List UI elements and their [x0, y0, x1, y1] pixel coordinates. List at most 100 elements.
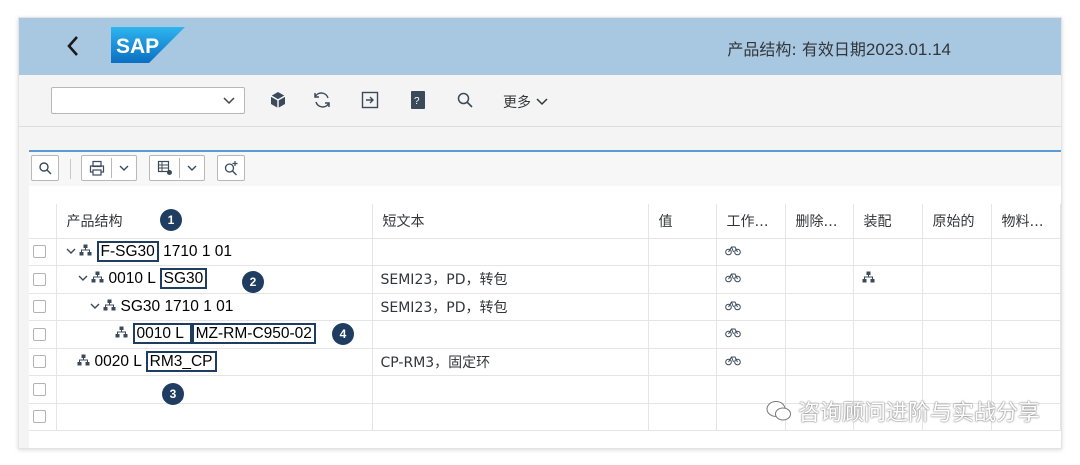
table-row[interactable]: F-SG30 1710 1 01 — [29, 238, 1061, 266]
row-select-cell[interactable] — [29, 403, 57, 431]
work-cell — [716, 265, 786, 294]
struct-cell[interactable]: 0010 L MZ-RM-C950-02 — [56, 320, 373, 349]
row-select-cell[interactable] — [29, 320, 57, 349]
struct-text-a: 0020 L — [94, 352, 146, 370]
callout-badge: 3 — [162, 383, 184, 405]
find-button[interactable] — [31, 155, 59, 181]
document-icon: ? — [411, 91, 425, 109]
row-checkbox[interactable] — [33, 327, 46, 341]
struct-cell[interactable]: SG30 1710 1 01 — [56, 293, 373, 321]
hierarchy-icon — [91, 271, 105, 287]
callout-badge: 4 — [332, 323, 354, 345]
struct-cell[interactable] — [56, 375, 373, 404]
expand-chevron-icon[interactable] — [65, 244, 79, 260]
material-cell — [991, 320, 1061, 349]
material-cell — [991, 265, 1061, 294]
refresh-button[interactable] — [311, 89, 333, 111]
assembly-cell — [853, 238, 923, 266]
struct-text-a: F-SG30 — [96, 240, 159, 262]
struct-cell[interactable]: 0010 L SG30 — [56, 265, 373, 294]
back-button[interactable] — [61, 31, 85, 61]
title-prefix: 产品结构: 有效日期 — [727, 40, 866, 59]
work-item-icon[interactable] — [724, 326, 741, 342]
toolbar-separator — [70, 159, 71, 179]
row-checkbox[interactable] — [33, 410, 46, 424]
short-text-cell — [372, 403, 649, 431]
table-header-row: 产品结构 短文本 值 工作… 删除… 装配 原始的 物料… — [29, 204, 1061, 239]
row-select-cell[interactable] — [29, 238, 57, 266]
column-header[interactable]: 原始的 — [922, 204, 992, 239]
callout-badge: 1 — [160, 209, 182, 231]
assembly-icon[interactable] — [862, 271, 875, 287]
value-cell — [648, 403, 717, 431]
column-header[interactable]: 删除… — [785, 204, 854, 239]
short-text-cell — [372, 320, 649, 349]
column-header[interactable]: 工作… — [716, 204, 786, 239]
value-cell — [648, 375, 717, 404]
more-label: 更多 — [503, 95, 531, 111]
export-button[interactable] — [359, 89, 381, 111]
printer-icon — [89, 160, 104, 176]
chevron-down-icon — [119, 165, 128, 171]
expand-chevron-icon[interactable] — [89, 299, 103, 315]
row-checkbox[interactable] — [33, 245, 46, 259]
row-checkbox[interactable] — [33, 272, 46, 286]
row-checkbox[interactable] — [33, 382, 46, 396]
back-arrow-icon — [67, 36, 78, 56]
struct-text-a: 0010 L — [132, 323, 192, 345]
wechat-icon — [766, 401, 791, 421]
work-item-icon[interactable] — [724, 299, 741, 315]
chevron-down-icon — [536, 98, 548, 106]
struct-text-a: 0010 L — [108, 270, 160, 288]
document-button[interactable]: ? — [407, 89, 429, 111]
title-date: 2023.01.14 — [865, 40, 951, 59]
chevron-down-icon — [187, 165, 196, 171]
column-header[interactable]: 物料… — [991, 204, 1061, 239]
variant-combobox[interactable] — [51, 87, 245, 114]
expand-chevron-icon[interactable] — [77, 271, 91, 287]
delete-cell — [785, 293, 854, 321]
row-select-cell[interactable] — [29, 265, 57, 294]
struct-cell[interactable]: 0020 L RM3_CP — [56, 348, 373, 376]
zoom-in-button[interactable] — [217, 155, 245, 181]
struct-text-b: 1710 1 01 — [158, 242, 233, 260]
shell-bar: SAP 产品结构: 有效日期2023.01.14 — [19, 18, 1061, 75]
sap-logo: SAP — [111, 27, 185, 63]
table-row[interactable]: 0010 L SG30 SEMI23，PD，转包 — [29, 265, 1061, 294]
work-cell — [716, 348, 786, 376]
row-select-cell[interactable] — [29, 375, 57, 404]
cube-button[interactable] — [267, 89, 289, 111]
app-toolbar: ? 更多 — [19, 75, 1061, 127]
assembly-cell — [853, 265, 923, 294]
more-menu[interactable]: 更多 — [503, 92, 549, 112]
button-divider — [110, 158, 112, 178]
select-column-header — [29, 204, 57, 239]
material-cell — [991, 348, 1061, 376]
table-settings-icon — [157, 160, 172, 175]
column-header[interactable]: 装配 — [853, 204, 923, 239]
row-select-cell[interactable] — [29, 293, 57, 321]
column-header[interactable]: 产品结构 — [56, 204, 373, 239]
value-cell — [648, 348, 717, 376]
print-button[interactable] — [81, 155, 137, 181]
watermark: 咨询顾问进阶与实战分享 — [766, 395, 1040, 427]
struct-cell[interactable]: F-SG30 1710 1 01 — [56, 238, 373, 266]
column-header[interactable]: 值 — [648, 204, 717, 239]
page-title: 产品结构: 有效日期2023.01.14 — [727, 36, 951, 60]
work-item-icon[interactable] — [724, 354, 741, 370]
original-cell — [922, 320, 992, 349]
search-button[interactable] — [454, 89, 476, 111]
row-select-cell[interactable] — [29, 348, 57, 376]
layout-button[interactable] — [149, 155, 205, 181]
work-item-icon[interactable] — [724, 244, 741, 260]
table-row[interactable]: 0020 L RM3_CP CP-RM3，固定环 — [29, 348, 1061, 376]
column-header[interactable]: 短文本 — [372, 204, 649, 239]
work-item-icon[interactable] — [724, 271, 741, 287]
struct-text-a: SG30 1710 1 01 — [120, 297, 234, 315]
table-row[interactable]: SG30 1710 1 01 SEMI23，PD，转包 — [29, 293, 1061, 321]
row-checkbox[interactable] — [33, 300, 46, 314]
struct-cell[interactable] — [56, 403, 373, 431]
panel-toolbar — [29, 152, 1061, 186]
row-checkbox[interactable] — [33, 355, 46, 369]
table-row[interactable]: 0010 L MZ-RM-C950-02 — [29, 320, 1061, 349]
